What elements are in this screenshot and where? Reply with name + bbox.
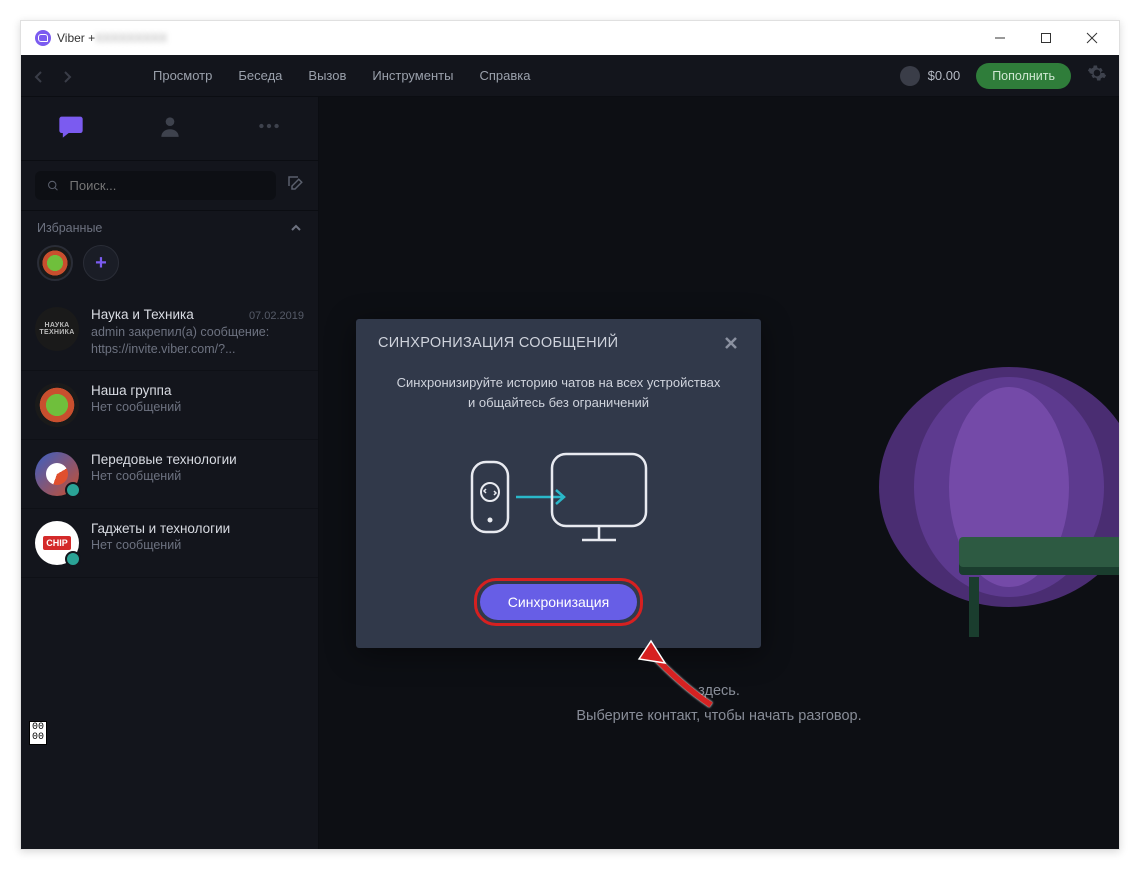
chat-item[interactable]: Наша группа Нет сообщений: [21, 371, 318, 440]
viber-logo-icon: [35, 30, 51, 46]
chevron-up-icon: [290, 222, 302, 234]
verified-badge-icon: [65, 482, 81, 498]
chat-avatar: CHIP: [35, 521, 79, 565]
tab-chats[interactable]: [57, 112, 85, 145]
modal-description: Синхронизируйте историю чатов на всех ус…: [396, 373, 721, 412]
chat-name: Передовые технологии: [91, 452, 237, 467]
balance-display[interactable]: $0.00: [900, 66, 961, 86]
annotation-arrow-icon: [621, 635, 721, 715]
modal-title: СИНХРОНИЗАЦИЯ СООБЩЕНИЙ: [378, 335, 618, 351]
menu-help[interactable]: Справка: [479, 68, 530, 83]
empty-state-illustration: [809, 367, 1119, 687]
menu-tools[interactable]: Инструменты: [372, 68, 453, 83]
favorites-header[interactable]: Избранные: [21, 211, 318, 245]
app-window: Viber +XXXXXXXXX Просмотр Беседа Вызов И…: [20, 20, 1120, 850]
search-input-wrap: [35, 171, 276, 200]
debug-overlay: 00 00: [29, 721, 47, 745]
menu-call[interactable]: Вызов: [308, 68, 346, 83]
chat-name: Наука и Техника: [91, 307, 194, 322]
modal-close-button[interactable]: [723, 335, 739, 351]
chat-item[interactable]: CHIP Гаджеты и технологии Нет сообщений: [21, 509, 318, 578]
minimize-button[interactable]: [977, 21, 1023, 55]
chat-item[interactable]: Передовые технологии Нет сообщений: [21, 440, 318, 509]
chat-preview: Нет сообщений: [91, 538, 304, 552]
app-body: Просмотр Беседа Вызов Инструменты Справк…: [21, 55, 1119, 849]
user-avatar-icon: [900, 66, 920, 86]
nav-forward-button[interactable]: [61, 70, 73, 82]
titlebar: Viber +XXXXXXXXX: [21, 21, 1119, 55]
top-menu-bar: Просмотр Беседа Вызов Инструменты Справк…: [21, 55, 1119, 97]
verified-badge-icon: [65, 551, 81, 567]
maximize-button[interactable]: [1023, 21, 1069, 55]
chat-name: Наша группа: [91, 383, 172, 398]
tab-contacts[interactable]: [157, 113, 183, 144]
chat-item[interactable]: НАУКАТЕХНИКА Наука и Техника 07.02.2019 a…: [21, 295, 318, 371]
chat-date: 07.02.2019: [249, 310, 304, 322]
window-title: Viber +XXXXXXXXX: [57, 31, 167, 45]
menu-chat[interactable]: Беседа: [238, 68, 282, 83]
tab-more[interactable]: [256, 113, 282, 144]
search-icon: [47, 179, 60, 193]
favorite-contact[interactable]: [37, 245, 73, 281]
sidebar: Избранные + НАУКАТЕХНИКА Наука и Техника…: [21, 97, 319, 849]
sync-illustration-icon: [396, 442, 721, 552]
chat-avatar: [35, 452, 79, 496]
sync-button-highlight: Синхронизация: [474, 578, 643, 626]
compose-button[interactable]: [286, 174, 304, 197]
chat-list: НАУКАТЕХНИКА Наука и Техника 07.02.2019 a…: [21, 295, 318, 849]
chat-name: Гаджеты и технологии: [91, 521, 230, 536]
chat-preview: admin закрепил(а) сообщение: https://inv…: [91, 324, 304, 358]
menu-view[interactable]: Просмотр: [153, 68, 212, 83]
chat-avatar: НАУКАТЕХНИКА: [35, 307, 79, 351]
search-input[interactable]: [70, 178, 264, 193]
sync-modal: СИНХРОНИЗАЦИЯ СООБЩЕНИЙ Синхронизируйте …: [356, 319, 761, 648]
chat-preview: Нет сообщений: [91, 469, 304, 483]
close-button[interactable]: [1069, 21, 1115, 55]
chat-avatar: [35, 383, 79, 427]
nav-back-button[interactable]: [33, 70, 45, 82]
chat-preview: Нет сообщений: [91, 400, 304, 414]
add-favorite-button[interactable]: +: [83, 245, 119, 281]
sync-button[interactable]: Синхронизация: [480, 584, 637, 620]
topup-button[interactable]: Пополнить: [976, 63, 1071, 89]
settings-gear-icon[interactable]: [1087, 63, 1107, 88]
